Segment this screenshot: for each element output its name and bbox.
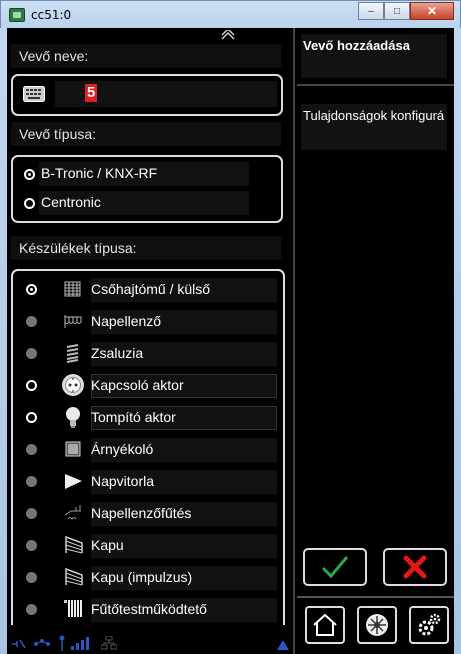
radio-tube-motor[interactable] [26, 284, 37, 295]
receiver-name-label: Vevő neve: [11, 44, 281, 68]
home-button[interactable] [305, 606, 345, 644]
client-area: Vevő neve: 5 Vevő típusa: B-Tronic / KNX… [7, 28, 454, 654]
home-icon [313, 613, 337, 636]
receiver-type-label: Vevő típusa: [11, 122, 281, 146]
awning-heater-icon [64, 505, 81, 520]
radio-dimmer-actuator[interactable] [26, 412, 37, 423]
bulb-icon [66, 407, 80, 428]
fan-wheel-icon [366, 614, 388, 636]
plug-icon [62, 374, 84, 396]
antenna-icon [59, 635, 65, 651]
blind-icon [66, 344, 79, 363]
page-title: Vevő hozzáadása [301, 34, 447, 78]
settings-button[interactable] [409, 606, 449, 644]
receiver-type-box: B-Tronic / KNX-RF Centronic [11, 155, 283, 223]
radio-switch-actuator[interactable] [26, 380, 37, 391]
radio-sun-sail[interactable] [26, 476, 37, 487]
lan-icon [101, 636, 117, 650]
device-type-label-text: Napellenző [91, 313, 162, 329]
network-icon [34, 639, 50, 646]
signal-strength-icon [71, 637, 89, 650]
radio-centronic[interactable] [24, 198, 35, 209]
tube-motor-icon [64, 281, 81, 297]
device-type-label-text: Tompító aktor [91, 409, 176, 425]
radio-blind[interactable] [26, 348, 37, 359]
cancel-x-icon [403, 555, 427, 579]
right-title-separator [297, 84, 454, 86]
device-type-label-text: Fűtőtestműködtető [91, 601, 207, 617]
window-frame-right [454, 28, 461, 654]
device-type-label-text: Csőhajtómű / külső [91, 281, 211, 297]
window-title: cc51:0 [31, 8, 72, 22]
device-type-box: Csőhajtómű / külső Napellenző Zsaluzia K… [11, 269, 285, 625]
devices-button[interactable] [357, 606, 397, 644]
radiator-icon [64, 600, 82, 617]
scroll-up-triangle-icon[interactable] [277, 640, 289, 650]
left-panel: Vevő neve: 5 Vevő típusa: B-Tronic / KNX… [7, 28, 293, 654]
shade-icon [65, 441, 81, 457]
radio-awning[interactable] [26, 316, 37, 327]
page-subtitle: Tulajdonságok konfigurá [301, 104, 447, 150]
radio-gate[interactable] [26, 540, 37, 551]
connection-icon [12, 639, 26, 649]
receiver-type-option-label: Centronic [41, 194, 101, 210]
device-type-label-text: Árnyékoló [91, 441, 154, 457]
awning-icon [64, 315, 82, 328]
receiver-type-option-label: B-Tronic / KNX-RF [41, 165, 158, 181]
device-type-label: Készülékek típusa: [11, 236, 281, 260]
window-titlebar: cc51:0 – □ ✕ [0, 0, 461, 28]
radio-awning-heater[interactable] [26, 508, 37, 519]
radio-gate-impulse[interactable] [26, 572, 37, 583]
checkmark-icon [321, 556, 349, 579]
device-type-label-text: Kapu (impulzus) [91, 569, 193, 585]
close-button[interactable]: ✕ [410, 2, 454, 20]
maximize-button[interactable]: □ [384, 2, 410, 20]
device-type-label-text: Zsaluzia [91, 345, 144, 361]
collapse-chevron-icon[interactable] [221, 30, 235, 40]
right-panel: Vevő hozzáadása Tulajdonságok konfigurá [297, 28, 454, 654]
receiver-name-value: 5 [85, 84, 98, 102]
minimize-button[interactable]: – [358, 2, 384, 20]
bottom-separator [297, 596, 454, 598]
gate-icon [65, 535, 83, 554]
device-type-label-text: Kapu [91, 537, 124, 553]
radio-shade[interactable] [26, 444, 37, 455]
cancel-button[interactable] [383, 548, 447, 586]
status-bar [7, 632, 293, 654]
confirm-button[interactable] [303, 548, 367, 586]
gears-icon [418, 613, 441, 636]
receiver-name-box: 5 [11, 74, 283, 116]
device-type-label-text: Napvitorla [91, 473, 155, 489]
keyboard-icon[interactable] [23, 86, 45, 102]
radio-radiator-actuator[interactable] [26, 604, 37, 615]
radio-btronic[interactable] [24, 169, 35, 180]
device-type-label-text: Napellenzőfűtés [91, 505, 192, 521]
device-type-label-text: Kapcsoló aktor [91, 377, 184, 393]
sail-icon [65, 474, 82, 489]
app-icon [9, 8, 25, 22]
window-frame-left [0, 28, 7, 654]
receiver-name-input[interactable]: 5 [55, 81, 277, 107]
gate-impulse-icon [65, 567, 83, 586]
window-controls: – □ ✕ [358, 2, 454, 20]
panel-divider [293, 28, 295, 654]
